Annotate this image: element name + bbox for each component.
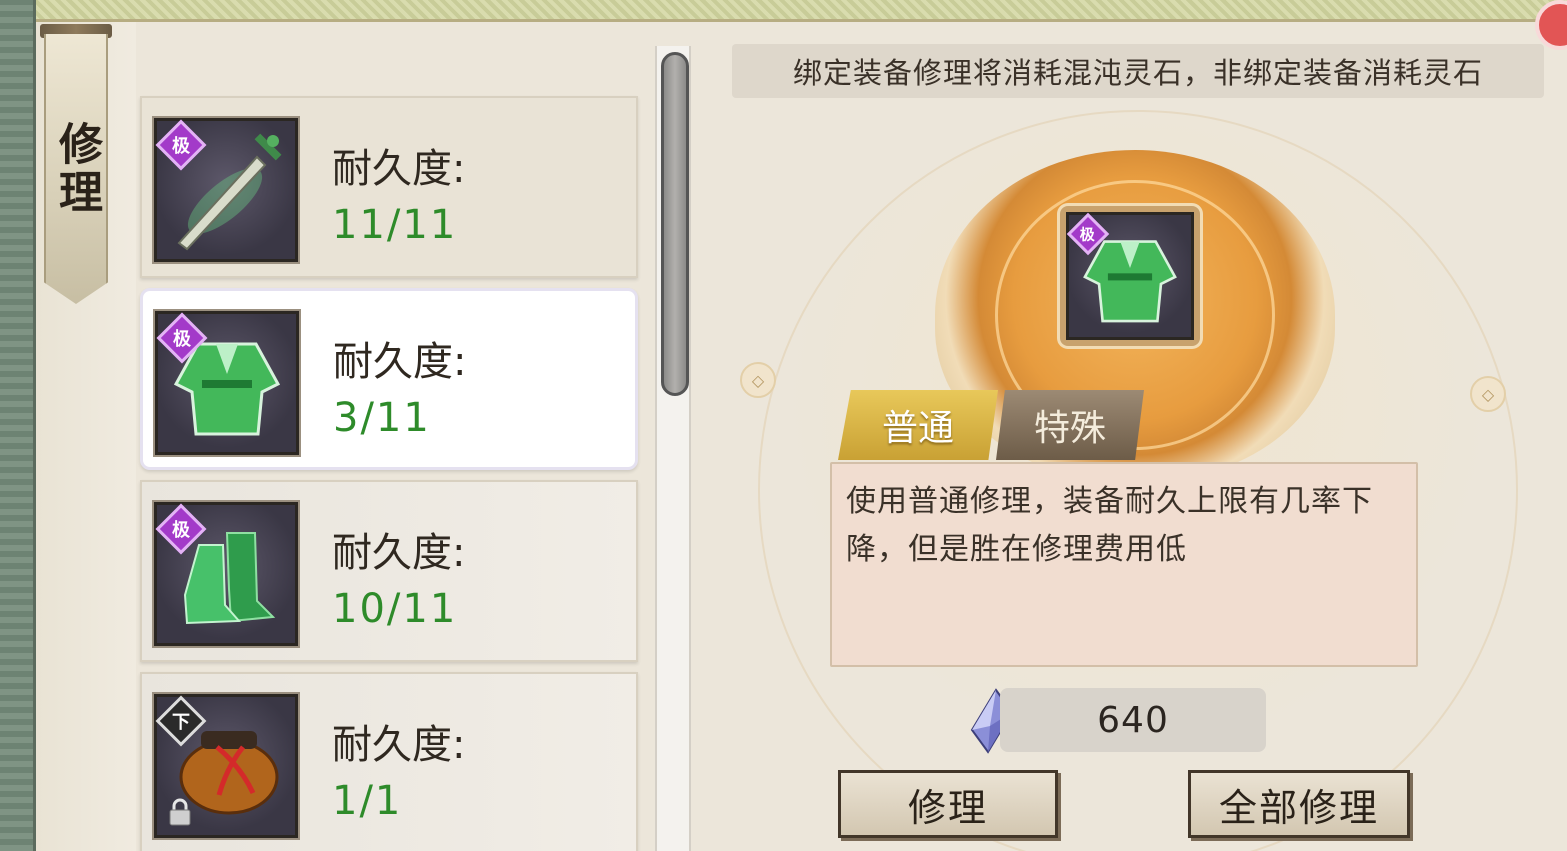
durability-value: 11/11 — [332, 202, 458, 248]
equipment-card-boots[interactable]: 极 耐久度: 10/11 — [140, 480, 638, 662]
durability-value: 10/11 — [332, 586, 458, 632]
left-rail — [0, 0, 36, 851]
right-ornament-icon: ◇ — [1470, 376, 1506, 412]
pouch-icon: 下 — [152, 692, 300, 840]
durability-label: 耐久度: — [333, 339, 467, 385]
durability-value: 3/11 — [333, 395, 431, 441]
repair-button[interactable]: 修理 — [838, 770, 1058, 838]
lock-icon — [169, 798, 191, 826]
banner-title: 修理 — [51, 121, 102, 217]
durability-label: 耐久度: — [332, 530, 466, 576]
tab-normal[interactable]: 普通 — [838, 390, 998, 460]
repair-description: 使用普通修理，装备耐久上限有几率下降，但是胜在修理费用低 — [846, 484, 1373, 567]
durability-label: 耐久度: — [332, 722, 466, 768]
robe-icon: 极 — [1066, 212, 1194, 340]
durability-label: 耐久度: — [332, 146, 466, 192]
top-border — [0, 0, 1567, 22]
selected-item-slot: 极 — [1060, 206, 1200, 346]
tab-special[interactable]: 特殊 — [996, 390, 1144, 460]
repair-hint: 绑定装备修理将消耗混沌灵石，非绑定装备消耗灵石 — [732, 44, 1544, 98]
equipment-card-pouch[interactable]: 下 耐久度: 1/1 — [140, 672, 638, 851]
left-ornament-icon: ◇ — [740, 362, 776, 398]
boots-icon: 极 — [152, 500, 300, 648]
durability-value: 1/1 — [332, 778, 403, 824]
repair-description-box: 使用普通修理，装备耐久上限有几率下降，但是胜在修理费用低 — [830, 462, 1418, 667]
equipment-scrollbar[interactable] — [655, 46, 691, 851]
equipment-card-sword[interactable]: 极 耐久度: 11/11 — [140, 96, 638, 278]
repair-all-button[interactable]: 全部修理 — [1188, 770, 1410, 838]
repair-cost: 640 — [1000, 688, 1266, 752]
robe-icon: 极 — [153, 309, 301, 457]
sword-icon: 极 — [152, 116, 300, 264]
scroll-thumb[interactable] — [661, 52, 689, 396]
equipment-card-robe[interactable]: 极 耐久度: 3/11 — [140, 288, 638, 470]
repair-banner: 修理 — [40, 24, 112, 324]
